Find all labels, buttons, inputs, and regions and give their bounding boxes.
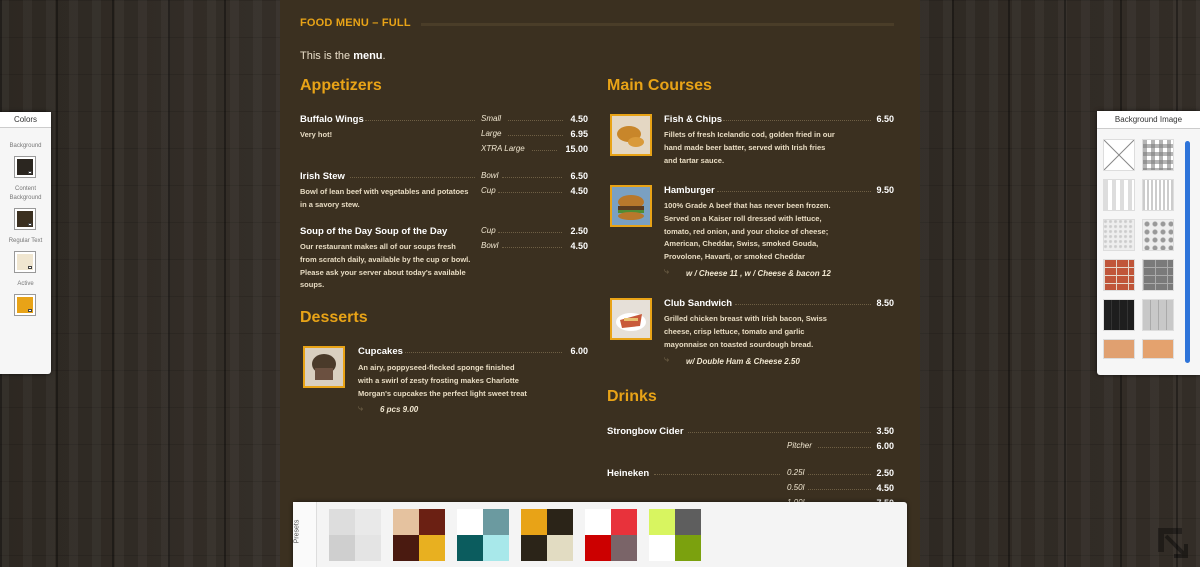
bg-tile-stripes-wide[interactable] (1103, 179, 1135, 211)
menu-item-desc: Grilled chicken breast with Irish bacon,… (664, 314, 827, 349)
presets-tab[interactable]: Presets (293, 502, 317, 567)
menu-item-desc: Fillets of fresh Icelandic cod, golden f… (664, 130, 835, 165)
expand-icon[interactable] (1152, 522, 1192, 562)
price: 4.50 (570, 114, 588, 124)
menu-item-name: Buffalo Wings (300, 114, 364, 125)
background-image-panel-title: Background Image (1097, 111, 1200, 129)
background-color-label: Background (9, 143, 42, 149)
menu-item-name: Irish Stew (300, 171, 345, 182)
category-appetizers: Appetizers (300, 77, 382, 94)
price: 4.50 (570, 186, 588, 196)
price: 6.50 (876, 114, 894, 124)
menu-section-header: FOOD MENU – FULL (300, 16, 894, 30)
background-image-panel: Background Image (1097, 111, 1200, 375)
price: 3.50 (876, 426, 894, 436)
bg-tile-tan-1[interactable] (1103, 339, 1135, 359)
club-sandwich-image (610, 298, 652, 340)
menu-item-desc: 100% Grade A beef that has never been fr… (664, 201, 831, 262)
cupcake-image (303, 346, 345, 388)
presets-label: Presets (293, 519, 301, 544)
price-size: Cup (481, 186, 496, 195)
price-size: Bowl (481, 171, 499, 180)
menu-item-desc: An airy, poppyseed-flecked sponge finish… (358, 363, 527, 398)
price-size: Small (481, 114, 502, 123)
bg-tile-stripes-thin[interactable] (1142, 179, 1174, 211)
page-title: FOOD MENU – FULL (300, 17, 411, 29)
background-image-scrollbar[interactable] (1185, 141, 1190, 363)
price: 8.50 (876, 298, 894, 308)
category-desserts: Desserts (300, 309, 368, 326)
price-size: Cup (481, 226, 496, 235)
price: 2.50 (570, 226, 588, 236)
preset-swatch[interactable] (393, 509, 445, 561)
bg-tile-damask[interactable] (1142, 219, 1174, 251)
fish-and-chips-image (610, 114, 652, 156)
bg-tile-noise[interactable] (1103, 219, 1135, 251)
price-size: Bowl (481, 241, 499, 250)
bg-tile-plaid[interactable] (1142, 139, 1174, 171)
price-size: Large (481, 129, 502, 138)
colors-panel-title: Colors (0, 112, 51, 128)
price-size: 0.25l (787, 468, 805, 477)
menu-item-desc: Our restaurant makes all of our soups fr… (300, 242, 471, 290)
active-color-label: Active (17, 281, 34, 287)
bg-tile-light-wood[interactable] (1142, 299, 1174, 331)
preset-swatch[interactable] (457, 509, 509, 561)
menu-item-desc: Very hot! (300, 130, 333, 139)
background-color-swatch[interactable] (14, 156, 36, 178)
price-size: Pitcher (787, 441, 812, 450)
menu-item-extra: w/ Double Ham & Cheese 2.50 (686, 357, 800, 366)
preset-swatch[interactable] (329, 509, 381, 561)
arrow-icon: ⤷ (664, 354, 670, 364)
menu-item-name: Strongbow Cider (607, 426, 684, 437)
menu-item-name: Hamburger (664, 185, 715, 196)
menu-item-name: Cupcakes (358, 346, 403, 357)
preset-swatch[interactable] (521, 509, 573, 561)
bg-tile-tan-2[interactable] (1142, 339, 1174, 359)
menu-item-desc: Bowl of lean beef with vegetables and po… (300, 187, 469, 209)
price: 6.00 (570, 346, 588, 356)
price-size: 0.50l (787, 483, 805, 492)
active-color-swatch[interactable] (14, 294, 36, 316)
content-background-color-swatch[interactable] (14, 208, 36, 230)
price: 4.50 (876, 483, 894, 493)
category-drinks: Drinks (607, 388, 657, 405)
content-background-color-label: Content Background (9, 186, 42, 201)
regular-text-color-label: Regular Text (8, 238, 43, 244)
arrow-icon: ⤷ (358, 403, 364, 413)
bg-tile-gray-brick[interactable] (1142, 259, 1174, 291)
price: 6.00 (876, 441, 894, 451)
preset-swatch[interactable] (585, 509, 637, 561)
menu-item-extra: 6 pcs 9.00 (380, 405, 419, 414)
price: 6.95 (570, 129, 588, 139)
menu-item-name: Fish & Chips (664, 114, 723, 125)
price: 6.50 (570, 171, 588, 181)
bg-tile-none[interactable] (1103, 139, 1135, 171)
menu-intro: This is the menu. (300, 50, 386, 62)
bg-tile-dark-wood[interactable] (1103, 299, 1135, 331)
price-size: XTRA Large (481, 144, 525, 153)
price: 9.50 (876, 185, 894, 195)
category-main-courses: Main Courses (607, 77, 712, 94)
price: 4.50 (570, 241, 588, 251)
menu-item-name: Heineken (607, 468, 650, 479)
hamburger-image (610, 185, 652, 227)
regular-text-color-swatch[interactable] (14, 251, 36, 273)
menu-item-name: Club Sandwich (664, 298, 733, 309)
colors-panel: Colors Background Content Background Reg… (0, 112, 51, 374)
arrow-icon: ⤷ (664, 266, 670, 276)
price: 15.00 (565, 144, 588, 154)
menu-content: FOOD MENU – FULL This is the menu. Appet… (280, 0, 920, 567)
menu-item-name: Soup of the Day Soup of the Day (300, 226, 448, 237)
preset-swatch[interactable] (649, 509, 701, 561)
price: 2.50 (876, 468, 894, 478)
menu-item-extra: w / Cheese 11 , w / Cheese & bacon 12 (686, 269, 831, 278)
presets-panel: Presets (293, 502, 907, 567)
bg-tile-red-brick[interactable] (1103, 259, 1135, 291)
